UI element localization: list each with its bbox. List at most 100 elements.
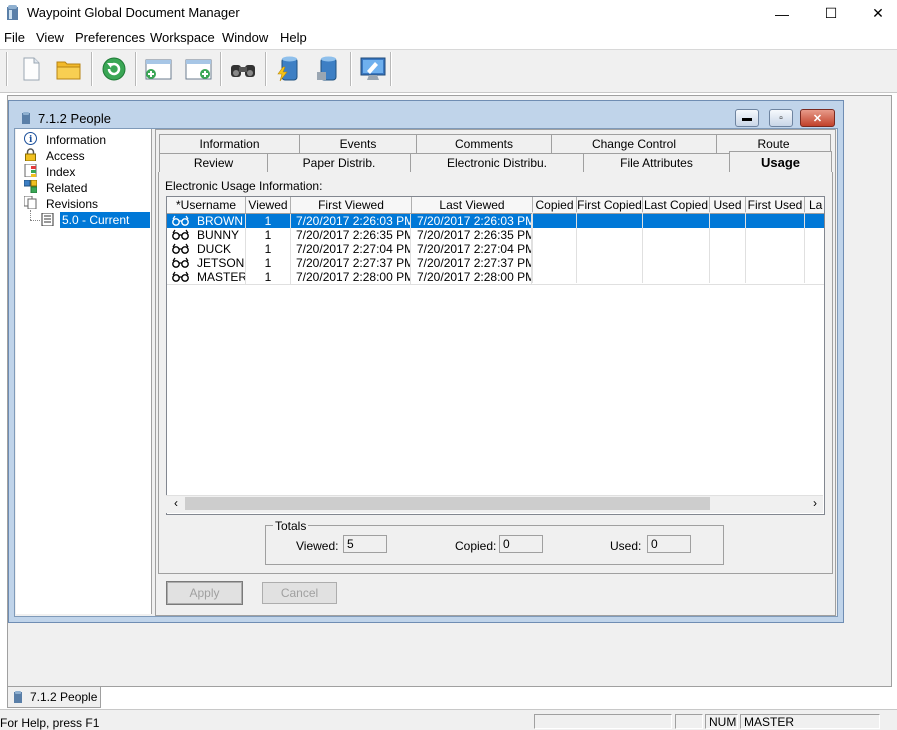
lock-icon (25, 148, 36, 161)
tree-item-information[interactable]: Information (46, 132, 106, 148)
column-header-first-viewed[interactable]: First Viewed (291, 197, 412, 213)
table-row[interactable]: JETSON 1 7/20/2017 2:27:37 PM 7/20/2017 … (167, 256, 824, 270)
cell-first-viewed: 7/20/2017 2:28:00 PM (291, 270, 411, 284)
monitor-icon[interactable] (355, 52, 391, 86)
close-button[interactable]: ✕ (855, 0, 897, 27)
tab-change-control[interactable]: Change Control (551, 134, 717, 153)
tree-item-related[interactable]: Related (46, 180, 87, 196)
cell-last-viewed: 7/20/2017 2:28:00 PM (412, 270, 532, 284)
refresh-icon[interactable] (96, 52, 132, 86)
viewed-total-value: 5 (343, 535, 387, 553)
cell-username: BUNNY (197, 228, 246, 242)
add-window-icon[interactable] (140, 52, 176, 86)
cell-first-viewed: 7/20/2017 2:26:03 PM (291, 214, 411, 228)
glasses-icon (172, 271, 189, 282)
menu-file[interactable]: File (4, 30, 25, 45)
status-pane-empty (675, 714, 703, 729)
menu-window[interactable]: Window (222, 30, 268, 45)
cell-username: DUCK (197, 242, 246, 256)
child-restore-button[interactable]: ▫ (769, 109, 793, 127)
tab-electronic-distribu[interactable]: Electronic Distribu. (410, 153, 584, 172)
child-close-button[interactable]: ✕ (800, 109, 835, 127)
cell-first-viewed: 7/20/2017 2:27:37 PM (291, 256, 411, 270)
column-header-last-viewed[interactable]: Last Viewed (412, 197, 533, 213)
usage-section-label: Electronic Usage Information: (165, 179, 323, 193)
table-row[interactable]: BUNNY 1 7/20/2017 2:26:35 PM 7/20/2017 2… (167, 228, 824, 242)
child-window-title: 7.1.2 People (38, 111, 112, 126)
apply-button[interactable]: Apply (166, 581, 243, 605)
cell-viewed: 1 (246, 214, 291, 228)
column-header-last-copied[interactable]: Last Copied (643, 197, 710, 213)
scrollbar-thumb[interactable] (185, 497, 710, 510)
table-row[interactable]: MASTER 1 7/20/2017 2:28:00 PM 7/20/2017 … (167, 270, 824, 285)
related-icon (24, 180, 37, 193)
scroll-right-arrow[interactable]: › (809, 497, 821, 510)
scroll-left-arrow[interactable]: ‹ (170, 497, 182, 510)
document-icon (41, 213, 54, 226)
cancel-button[interactable]: Cancel (262, 582, 337, 604)
status-user: MASTER (740, 714, 880, 729)
column-header-username[interactable]: *Username (167, 197, 246, 213)
tab-paper-distrib[interactable]: Paper Distrib. (267, 153, 411, 172)
glasses-icon (172, 257, 189, 268)
column-header-copied[interactable]: Copied (533, 197, 577, 213)
tree-item-revision-current[interactable]: 5.0 - Current (60, 212, 150, 228)
column-header-last-used[interactable]: La (805, 197, 824, 213)
menu-preferences[interactable]: Preferences (75, 30, 145, 45)
revisions-icon (24, 196, 37, 209)
tab-information[interactable]: Information (159, 134, 300, 153)
mdi-window-tab[interactable]: 7.1.2 People (7, 687, 101, 708)
column-header-used[interactable]: Used (710, 197, 746, 213)
glasses-icon (172, 229, 189, 240)
toolbar-separator (6, 52, 8, 86)
grid-line (804, 212, 805, 283)
viewed-total-label: Viewed: (296, 539, 339, 553)
totals-legend: Totals (273, 519, 309, 533)
cell-viewed: 1 (246, 228, 291, 242)
index-icon (24, 164, 37, 177)
grid-line (532, 212, 533, 283)
open-folder-icon[interactable] (51, 52, 87, 86)
new-document-icon[interactable] (13, 52, 49, 86)
cell-last-viewed: 7/20/2017 2:27:37 PM (412, 256, 532, 270)
tab-events[interactable]: Events (299, 134, 417, 153)
column-header-first-copied[interactable]: First Copied (577, 197, 643, 213)
copied-total-label: Copied: (455, 539, 497, 553)
usage-list[interactable]: *Username Viewed First Viewed Last Viewe… (166, 196, 825, 515)
glasses-icon (172, 215, 189, 226)
toolbar-separator (390, 52, 392, 86)
grid-line (642, 212, 643, 283)
add-document-icon[interactable] (180, 52, 216, 86)
tree-item-access[interactable]: Access (46, 148, 85, 164)
menu-help[interactable]: Help (280, 30, 307, 45)
used-total-label: Used: (610, 539, 642, 553)
cell-username: BROWN (197, 214, 246, 228)
tab-file-attributes[interactable]: File Attributes (583, 153, 730, 172)
child-minimize-button[interactable]: ▬ (735, 109, 759, 127)
cell-last-viewed: 7/20/2017 2:27:04 PM (412, 242, 532, 256)
tab-review[interactable]: Review (159, 153, 268, 172)
cell-first-viewed: 7/20/2017 2:27:04 PM (291, 242, 411, 256)
tree-connector (30, 210, 32, 220)
tab-usage[interactable]: Usage (729, 151, 832, 173)
column-header-first-used[interactable]: First Used (746, 197, 805, 213)
tree-item-index[interactable]: Index (46, 164, 75, 180)
toolbar-separator (220, 52, 222, 86)
table-row[interactable]: BROWN 1 7/20/2017 2:26:03 PM 7/20/2017 2… (167, 214, 824, 228)
table-row[interactable]: DUCK 1 7/20/2017 2:27:04 PM 7/20/2017 2:… (167, 242, 824, 256)
lightning-database-icon[interactable] (270, 52, 306, 86)
toolbar-separator (135, 52, 137, 86)
tab-comments[interactable]: Comments (416, 134, 552, 153)
database-icon[interactable] (310, 52, 346, 86)
minimize-button[interactable]: — (759, 0, 805, 27)
menu-workspace[interactable]: Workspace (150, 30, 215, 45)
binoculars-icon[interactable] (225, 52, 261, 86)
menu-view[interactable]: View (36, 30, 64, 45)
toolbar-separator (91, 52, 93, 86)
status-help-text: For Help, press F1 (0, 716, 100, 730)
column-header-viewed[interactable]: Viewed (246, 197, 291, 213)
maximize-button[interactable]: ☐ (808, 0, 854, 27)
tree-item-revisions[interactable]: Revisions (46, 196, 98, 212)
cell-username: JETSON (197, 256, 246, 270)
glasses-icon (172, 243, 189, 254)
